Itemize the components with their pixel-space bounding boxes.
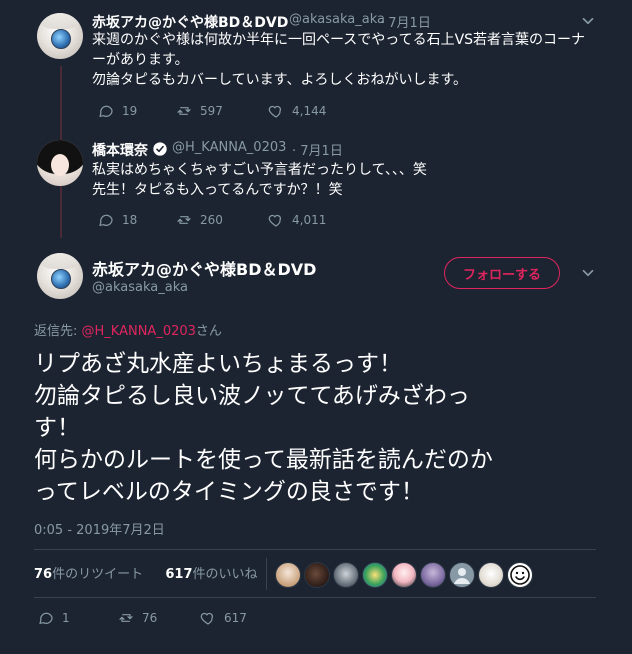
tweet-line: リプあざ丸水産よいちょまるっす！ bbox=[34, 351, 402, 377]
retweet-count: 260 bbox=[200, 213, 223, 227]
reply-action[interactable]: 18 bbox=[98, 212, 176, 228]
author-handle[interactable]: @akasaka_aka bbox=[92, 280, 188, 295]
tweet-line: 勿論タピるもカバーしています、よろしくおねがいします。 bbox=[92, 72, 468, 88]
reply-suffix: さん bbox=[195, 324, 222, 339]
like-icon bbox=[268, 214, 282, 227]
liker-avatar[interactable] bbox=[420, 562, 446, 588]
author-name[interactable]: 橋本環奈 bbox=[92, 140, 148, 160]
author-name[interactable]: 赤坂アカ@かぐや様BD＆DVD bbox=[92, 12, 288, 32]
tweet-text: 私実はめちゃくちゃすごい予言者だったりして、、、笑 先生！タピるも入ってるんです… bbox=[92, 160, 612, 200]
liker-avatar[interactable] bbox=[275, 562, 301, 588]
tweet-line: 私実はめちゃくちゃすごい予言者だったりして、、、笑 bbox=[92, 162, 427, 178]
retweet-icon bbox=[119, 614, 133, 622]
reply-count: 18 bbox=[122, 213, 138, 227]
tweet-date[interactable]: · 7月1日 bbox=[380, 12, 431, 31]
avatar-ball bbox=[51, 269, 71, 289]
separator-dot: · bbox=[380, 16, 385, 31]
avatar-face bbox=[51, 154, 69, 176]
like-stats[interactable]: 617件のいいね bbox=[165, 567, 257, 582]
reply-icon bbox=[39, 612, 53, 624]
retweet-action[interactable]: 260 bbox=[176, 212, 268, 228]
like-action[interactable]: 617 bbox=[200, 610, 290, 626]
like-icon bbox=[200, 612, 214, 625]
avatar-hair bbox=[37, 253, 83, 269]
retweet-icon bbox=[177, 216, 191, 224]
reply-to-link[interactable]: @H_KANNA_0203 bbox=[82, 324, 196, 339]
liker-avatar[interactable] bbox=[478, 562, 504, 588]
default-avatar-icon bbox=[454, 568, 470, 584]
author-handle[interactable]: @H_KANNA_0203 bbox=[172, 140, 286, 155]
reply-count: 19 bbox=[122, 104, 138, 118]
like-label: 件のいいね bbox=[192, 567, 258, 582]
tweet-line: ってレベルのタイミングの良さです！ bbox=[34, 479, 424, 505]
avatar-hair bbox=[37, 13, 83, 29]
author-name[interactable]: 赤坂アカ@かぐや様BD＆DVD bbox=[92, 256, 316, 280]
tweet-line: 来週のかぐや様は何故か半年に一回ペースでやってる石上VS若者言葉のコーナ bbox=[92, 32, 586, 48]
retweet-stats[interactable]: 76件のリツイート bbox=[34, 567, 143, 582]
reply-icon bbox=[99, 105, 113, 117]
follow-button[interactable]: フォローする bbox=[444, 257, 560, 289]
liker-avatar[interactable] bbox=[333, 562, 359, 588]
tweet-line: 先生！タピるも入ってるんですか？！笑 bbox=[92, 182, 343, 198]
tweet-2[interactable]: 橋本環奈 @H_KANNA_0203 · 7月1日 私実はめちゃくちゃすごい予言… bbox=[0, 128, 632, 246]
avatar[interactable] bbox=[37, 253, 83, 299]
timestamp[interactable]: 0:05 - 2019年7月2日 bbox=[34, 519, 165, 538]
reply-icon bbox=[99, 214, 113, 226]
like-count: 4,011 bbox=[292, 213, 327, 227]
tweet-line: ーがあります。 bbox=[92, 52, 189, 68]
tweet-1[interactable]: 赤坂アカ@かぐや様BD＆DVD @akasaka_aka · 7月1日 来週のか… bbox=[0, 0, 632, 128]
main-tweet-text: リプあざ丸水産よいちょまるっす！ 勿論タピるし良い波ノッててあげみざわっ す！ … bbox=[34, 348, 574, 508]
reply-action[interactable]: 19 bbox=[98, 103, 176, 119]
retweet-count: 597 bbox=[200, 104, 223, 118]
separator-dot: · bbox=[292, 144, 297, 159]
tweet-date[interactable]: · 7月1日 bbox=[292, 140, 343, 159]
date-text[interactable]: 7月1日 bbox=[300, 144, 343, 159]
retweet-count: 76 bbox=[142, 611, 158, 625]
divider bbox=[34, 597, 596, 598]
chevron-down-icon[interactable] bbox=[579, 12, 597, 30]
retweet-icon bbox=[177, 107, 191, 115]
engagement-stats: 76件のリツイート 617件のいいね bbox=[34, 563, 258, 582]
tweet-actions: 19 597 4,144 bbox=[98, 101, 518, 121]
reply-prefix: 返信先: bbox=[34, 324, 82, 339]
liker-avatar[interactable] bbox=[449, 562, 475, 588]
liker-avatar[interactable] bbox=[391, 562, 417, 588]
tweet-line: 勿論タピるし良い波ノッててあげみざわっ bbox=[34, 383, 470, 409]
main-actions: 1 76 617 bbox=[38, 608, 558, 628]
reply-count: 1 bbox=[62, 611, 70, 625]
like-count: 4,144 bbox=[292, 104, 327, 118]
avatar[interactable] bbox=[37, 140, 83, 186]
avatar-ball bbox=[51, 29, 71, 49]
liker-avatar[interactable] bbox=[507, 562, 533, 588]
reply-context: 返信先: @H_KANNA_0203さん bbox=[34, 320, 222, 339]
retweet-action[interactable]: 597 bbox=[176, 103, 268, 119]
like-count: 617 bbox=[224, 611, 247, 625]
retweet-action[interactable]: 76 bbox=[118, 610, 200, 626]
like-action[interactable]: 4,144 bbox=[268, 103, 360, 119]
tweet-line: 何らかのルートを使って最新話を読んだのか bbox=[34, 447, 493, 473]
stats-separator bbox=[266, 558, 267, 590]
tweet-actions: 18 260 4,011 bbox=[98, 210, 518, 230]
avatar[interactable] bbox=[37, 13, 83, 59]
author-handle[interactable]: @akasaka_aka bbox=[289, 12, 385, 27]
liker-avatar[interactable] bbox=[362, 562, 388, 588]
smiley-icon bbox=[510, 565, 530, 585]
divider bbox=[34, 549, 596, 550]
chevron-down-icon[interactable] bbox=[579, 264, 597, 282]
tweet-text: 来週のかぐや様は何故か半年に一回ペースでやってる石上VS若者言葉のコーナ ーがあ… bbox=[92, 30, 612, 90]
retweet-total: 76 bbox=[34, 567, 53, 582]
date-text[interactable]: 7月1日 bbox=[388, 16, 431, 31]
liker-avatar[interactable] bbox=[304, 562, 330, 588]
tweet-line: す！ bbox=[34, 415, 80, 441]
like-total: 617 bbox=[165, 567, 193, 582]
verified-badge-icon bbox=[153, 142, 167, 156]
like-icon bbox=[268, 105, 282, 118]
retweet-label: 件のリツイート bbox=[52, 567, 144, 582]
like-action[interactable]: 4,011 bbox=[268, 212, 360, 228]
reply-action[interactable]: 1 bbox=[38, 610, 118, 626]
